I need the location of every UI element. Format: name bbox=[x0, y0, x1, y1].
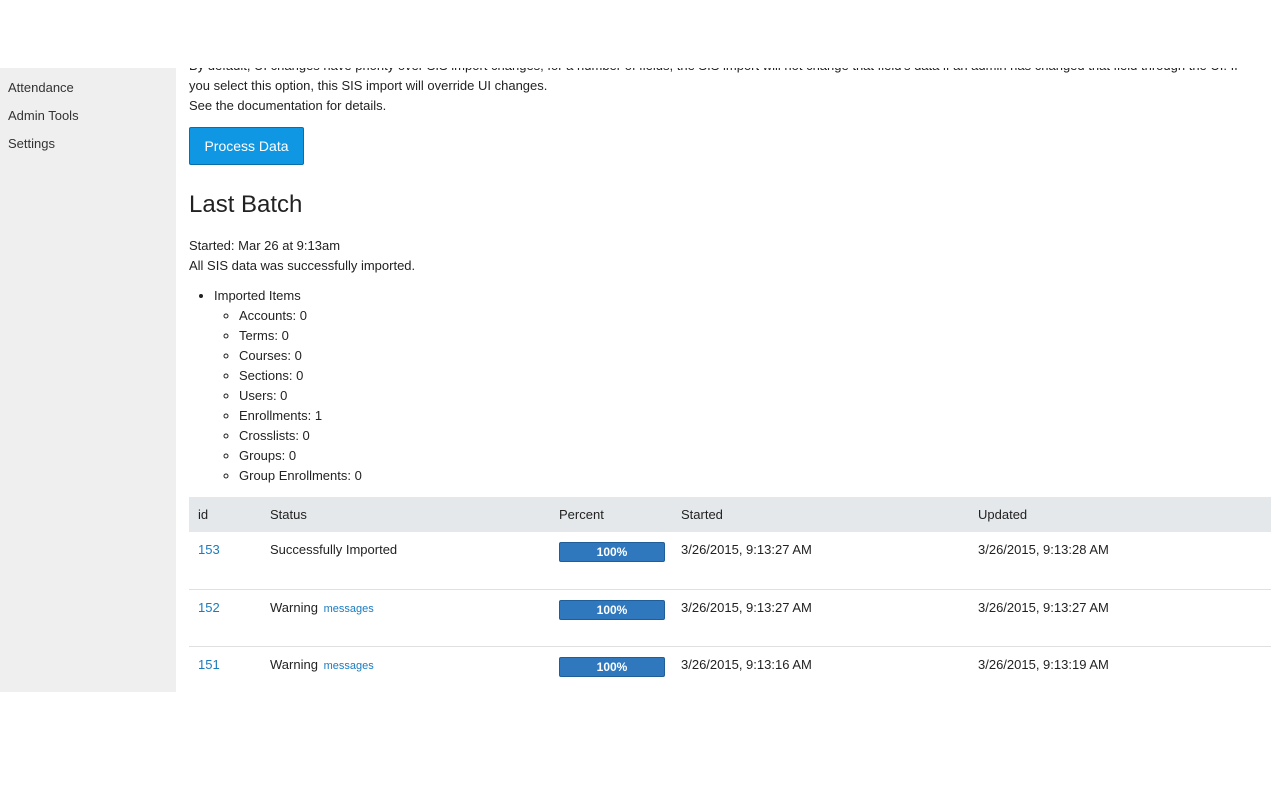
imported-item: Crosslists: 0 bbox=[239, 426, 362, 446]
cell-started: 3/26/2015, 9:13:27 AM bbox=[672, 532, 969, 590]
imported-item: Group Enrollments: 0 bbox=[239, 466, 362, 486]
batch-history-table: id Status Percent Started Updated 153 Su… bbox=[189, 497, 1271, 692]
cell-status: Warning messages bbox=[261, 589, 550, 647]
imported-item: Courses: 0 bbox=[239, 346, 362, 366]
column-header-updated: Updated bbox=[969, 497, 1271, 532]
progress-bar: 100% bbox=[559, 542, 665, 562]
cell-started: 3/26/2015, 9:13:16 AM bbox=[681, 656, 812, 672]
imported-item: Accounts: 0 bbox=[239, 306, 362, 326]
last-batch-heading: Last Batch bbox=[189, 191, 303, 218]
imported-item: Sections: 0 bbox=[239, 366, 362, 386]
cell-started: 3/26/2015, 9:13:27 AM bbox=[672, 589, 969, 647]
process-data-button[interactable]: Process Data bbox=[189, 127, 304, 165]
cell-updated: 3/26/2015, 9:13:28 AM bbox=[969, 532, 1271, 590]
cell-id: 152 bbox=[189, 589, 261, 647]
page-viewport: Attendance Admin Tools Settings By defau… bbox=[0, 68, 1280, 692]
imported-item: Enrollments: 1 bbox=[239, 406, 362, 426]
column-header-percent: Percent bbox=[550, 497, 672, 532]
cell-id: 151 bbox=[189, 646, 261, 692]
batch-started-text: Started: Mar 26 at 9:13am bbox=[189, 238, 341, 253]
cell-status: Warning messages bbox=[261, 646, 550, 692]
cell-percent: 100% bbox=[550, 532, 672, 590]
imported-items-list: Imported Items Accounts: 0 Terms: 0 Cour… bbox=[189, 286, 362, 486]
table-row: 152 Warning messages 100% 3/26/2015, 9:1… bbox=[189, 589, 1271, 647]
cell-updated: 3/26/2015, 9:13:27 AM bbox=[969, 589, 1271, 647]
override-description: By default, UI changes have priority ove… bbox=[189, 68, 1271, 116]
messages-link[interactable]: messages bbox=[324, 660, 374, 672]
batch-id-link[interactable]: 151 bbox=[198, 657, 220, 672]
imported-item: Groups: 0 bbox=[239, 446, 362, 466]
sidebar-item-admin-tools[interactable]: Admin Tools bbox=[8, 104, 176, 132]
documentation-note: See the documentation for details. bbox=[189, 98, 387, 113]
cell-id: 153 bbox=[189, 532, 261, 590]
description-line: By default, UI changes have priority ove… bbox=[189, 68, 1271, 76]
table-header-row: id Status Percent Started Updated bbox=[189, 497, 1271, 532]
sidebar: Attendance Admin Tools Settings bbox=[0, 68, 176, 692]
main-content: By default, UI changes have priority ove… bbox=[189, 68, 1271, 692]
batch-status-text: All SIS data was successfully imported. bbox=[189, 258, 416, 273]
sidebar-item-attendance[interactable]: Attendance bbox=[8, 76, 176, 104]
imported-item: Terms: 0 bbox=[239, 326, 362, 346]
last-batch-info: Started: Mar 26 at 9:13am All SIS data w… bbox=[189, 236, 415, 276]
progress-bar: 100% bbox=[559, 599, 665, 620]
batch-id-link[interactable]: 152 bbox=[198, 600, 220, 615]
table-body: 153 Successfully Imported 100% 3/26/2015… bbox=[189, 532, 1271, 692]
table-row: 153 Successfully Imported 100% 3/26/2015… bbox=[189, 532, 1271, 590]
cell-updated: 3/26/2015, 9:13:19 AM bbox=[978, 656, 1109, 672]
cell-status: Successfully Imported bbox=[261, 532, 550, 590]
progress-bar: 100% bbox=[559, 656, 665, 677]
sidebar-nav: Attendance Admin Tools Settings bbox=[0, 68, 176, 160]
column-header-started: Started bbox=[672, 497, 969, 532]
cell-percent: 100% bbox=[550, 646, 672, 692]
status-text: Successfully Imported bbox=[270, 542, 398, 557]
imported-item: Users: 0 bbox=[239, 386, 362, 406]
status-text: Warning bbox=[270, 599, 318, 615]
batch-id-link[interactable]: 153 bbox=[198, 542, 220, 557]
column-header-status: Status bbox=[261, 497, 550, 532]
imported-items-label: Imported Items bbox=[214, 288, 301, 303]
table-header: id Status Percent Started Updated bbox=[189, 497, 1271, 532]
messages-link[interactable]: messages bbox=[324, 603, 374, 615]
column-header-id: id bbox=[189, 497, 261, 532]
status-text: Warning bbox=[270, 656, 318, 672]
description-line: you select this option, this SIS import … bbox=[189, 78, 548, 93]
sidebar-item-settings[interactable]: Settings bbox=[8, 132, 176, 160]
cell-percent: 100% bbox=[550, 589, 672, 647]
imported-items-sublist: Accounts: 0 Terms: 0 Courses: 0 Sections… bbox=[214, 306, 362, 486]
imported-items-group: Imported Items Accounts: 0 Terms: 0 Cour… bbox=[214, 286, 362, 486]
table-row: 151 Warning messages 100% 3/26/2015, 9:1… bbox=[189, 646, 1271, 692]
